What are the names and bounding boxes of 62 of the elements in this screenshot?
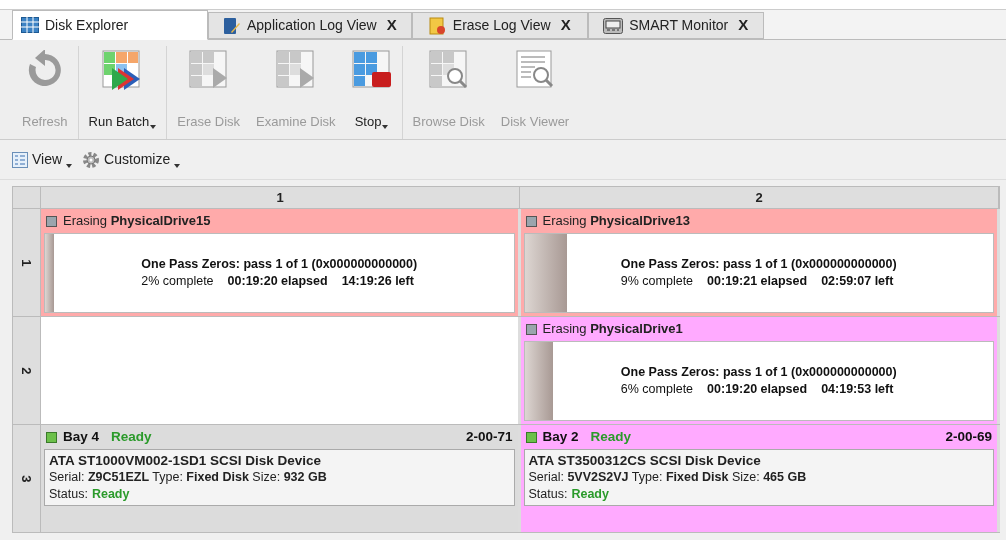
erase-pass-text: One Pass Zeros: pass 1 of 1 (0x000000000000) [620, 364, 897, 381]
erase-pass-text: One Pass Zeros: pass 1 of 1 (0x000000000000) [620, 256, 897, 273]
row-header: 3 [13, 425, 41, 532]
time-left-text: 04:19:53 left [821, 381, 894, 398]
time-left-text: 14:19:26 left [341, 273, 414, 290]
time-left-text: 02:59:07 left [821, 273, 894, 290]
grid-play-icon [102, 50, 143, 90]
device-name: ATA ST3500312CS SCSI Disk Device [528, 452, 762, 469]
status-value: Ready [571, 486, 609, 503]
row-header: 2 [13, 317, 41, 424]
elapsed-text: 00:19:20 elapsed [707, 381, 808, 398]
complete-text: 6% complete [620, 381, 694, 398]
status-square-icon [46, 431, 57, 443]
status-square-icon [525, 215, 537, 227]
device-details: Serial: Z9C51EZL Type: Fixed Disk Size: 932 GB [49, 469, 328, 486]
tab[interactable]: SMART Monitor X [587, 12, 764, 39]
bay-code: 2-00-69 [945, 427, 992, 446]
complete-text: 2% complete [141, 273, 214, 290]
elapsed-text: 00:19:20 elapsed [227, 273, 328, 290]
monitor-icon [603, 17, 624, 34]
bay-label: Bay 2 [542, 427, 579, 446]
cell-title: Erasing PhysicalDrive1 [542, 320, 683, 339]
grid-play-icon [188, 50, 229, 90]
menu-button[interactable]: View [12, 149, 73, 170]
cell-title: Erasing PhysicalDrive13 [542, 212, 690, 231]
grid-magnifier-icon [428, 50, 469, 90]
grid-stop-icon [351, 50, 392, 90]
tab[interactable]: Application Log View X [208, 12, 412, 39]
column-header: 2 [520, 187, 999, 208]
toolbar-button[interactable]: Run Batch [80, 46, 165, 139]
close-icon[interactable]: X [560, 14, 571, 37]
gear-icon [82, 150, 101, 169]
status-label: Status: [49, 486, 88, 503]
notebook-pencil-icon [223, 16, 241, 35]
tab[interactable]: Erase Log View X [411, 12, 588, 39]
grid-icon [21, 17, 39, 33]
elapsed-text: 00:19:21 elapsed [707, 273, 808, 290]
cell-title: Erasing PhysicalDrive15 [63, 212, 211, 231]
list-view-icon [12, 151, 28, 168]
grid-play-icon [275, 50, 316, 90]
row-header: 1 [13, 209, 41, 316]
erase-pass-text: One Pass Zeros: pass 1 of 1 (0x000000000000) [141, 256, 418, 273]
document-magnifier-icon [515, 50, 555, 90]
status-value: Ready [91, 486, 130, 503]
close-icon[interactable]: X [738, 14, 749, 37]
toolbar-button[interactable]: Stop [343, 46, 400, 139]
complete-text: 9% complete [620, 273, 694, 290]
column-header: 1 [41, 187, 520, 208]
bay-state: Ready [111, 427, 152, 446]
close-icon[interactable]: X [386, 14, 397, 37]
device-details: Serial: 5VV2S2VJ Type: Fixed Disk Size: 465 GB [528, 469, 808, 486]
status-square-icon [525, 431, 537, 443]
tab[interactable]: Disk Explorer [12, 10, 208, 40]
status-square-icon [525, 323, 537, 335]
status-label: Status: [528, 486, 568, 503]
bay-code: 2-00-71 [465, 427, 513, 446]
status-square-icon [46, 215, 57, 227]
bay-state: Ready [590, 427, 632, 446]
menu-button[interactable]: Customize [82, 149, 181, 170]
bay-label: Bay 4 [63, 427, 100, 446]
folder-document-icon [428, 16, 447, 35]
device-name: ATA ST1000VM002-1SD1 SCSI Disk Device [49, 452, 323, 469]
